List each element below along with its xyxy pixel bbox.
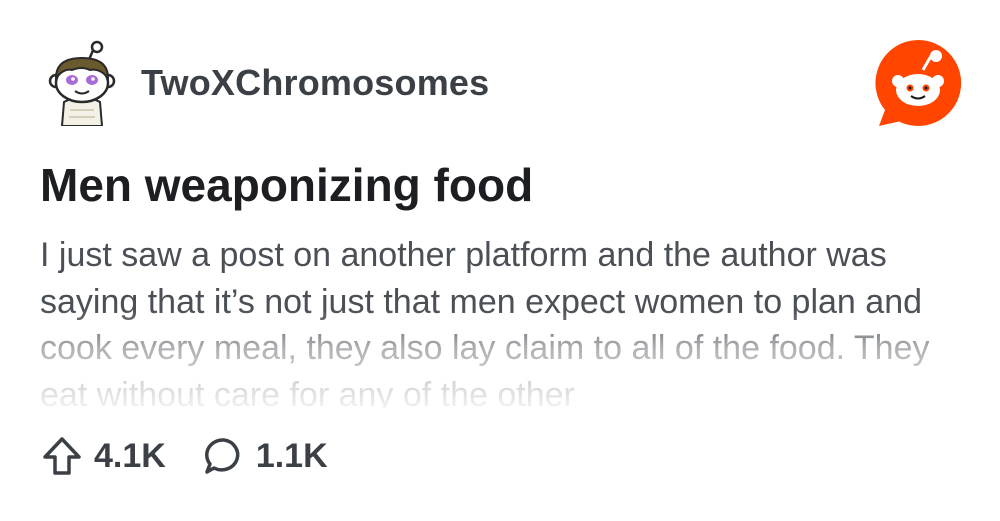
comment-count: 1.1K [255,436,328,475]
post-stats: 4.1K 1.1K [40,434,328,478]
comment-bubble-icon[interactable] [202,434,246,478]
post-body-preview: I just saw a post on another platform an… [40,236,930,408]
reddit-logo-icon[interactable] [873,38,963,128]
post-card[interactable]: TwoXChromosomes Men weaponizing food I j… [0,0,1000,521]
snoo-avatar-icon[interactable] [42,40,122,126]
post-header: TwoXChromosomes [42,40,489,126]
subreddit-name[interactable]: TwoXChromosomes [141,62,489,104]
post-title[interactable]: Men weaponizing food [40,158,533,212]
upvote-arrow-icon[interactable] [40,434,84,478]
comment-stat[interactable]: 1.1K [202,434,328,478]
upvote-stat[interactable]: 4.1K [40,434,166,478]
upvote-count: 4.1K [94,436,166,475]
